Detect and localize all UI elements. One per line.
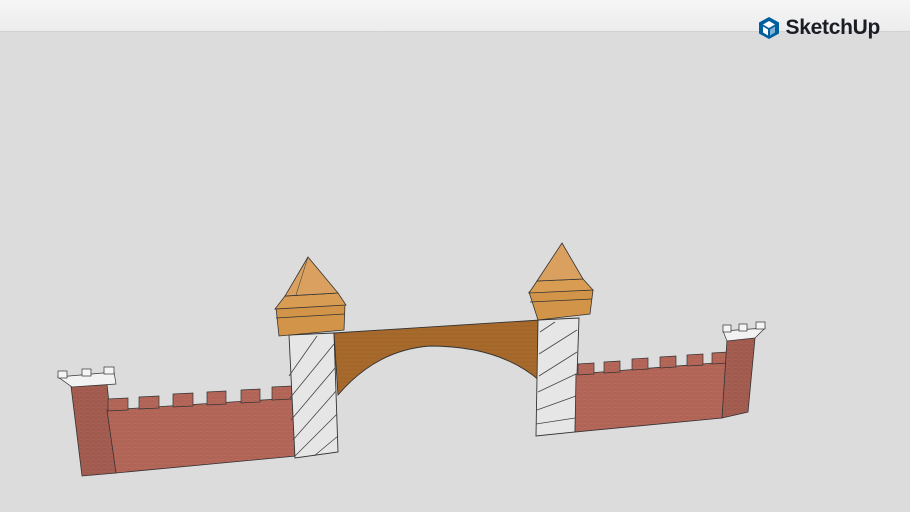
brand-name: SketchUp bbox=[785, 16, 881, 39]
right-wall[interactable] bbox=[574, 321, 766, 433]
left-wall[interactable] bbox=[57, 366, 297, 477]
sketchup-logo: SketchUp bbox=[758, 16, 880, 40]
arch-bridge[interactable] bbox=[333, 319, 541, 397]
castle-gate-model[interactable] bbox=[0, 0, 910, 512]
sketchup-cube-icon bbox=[758, 17, 779, 39]
